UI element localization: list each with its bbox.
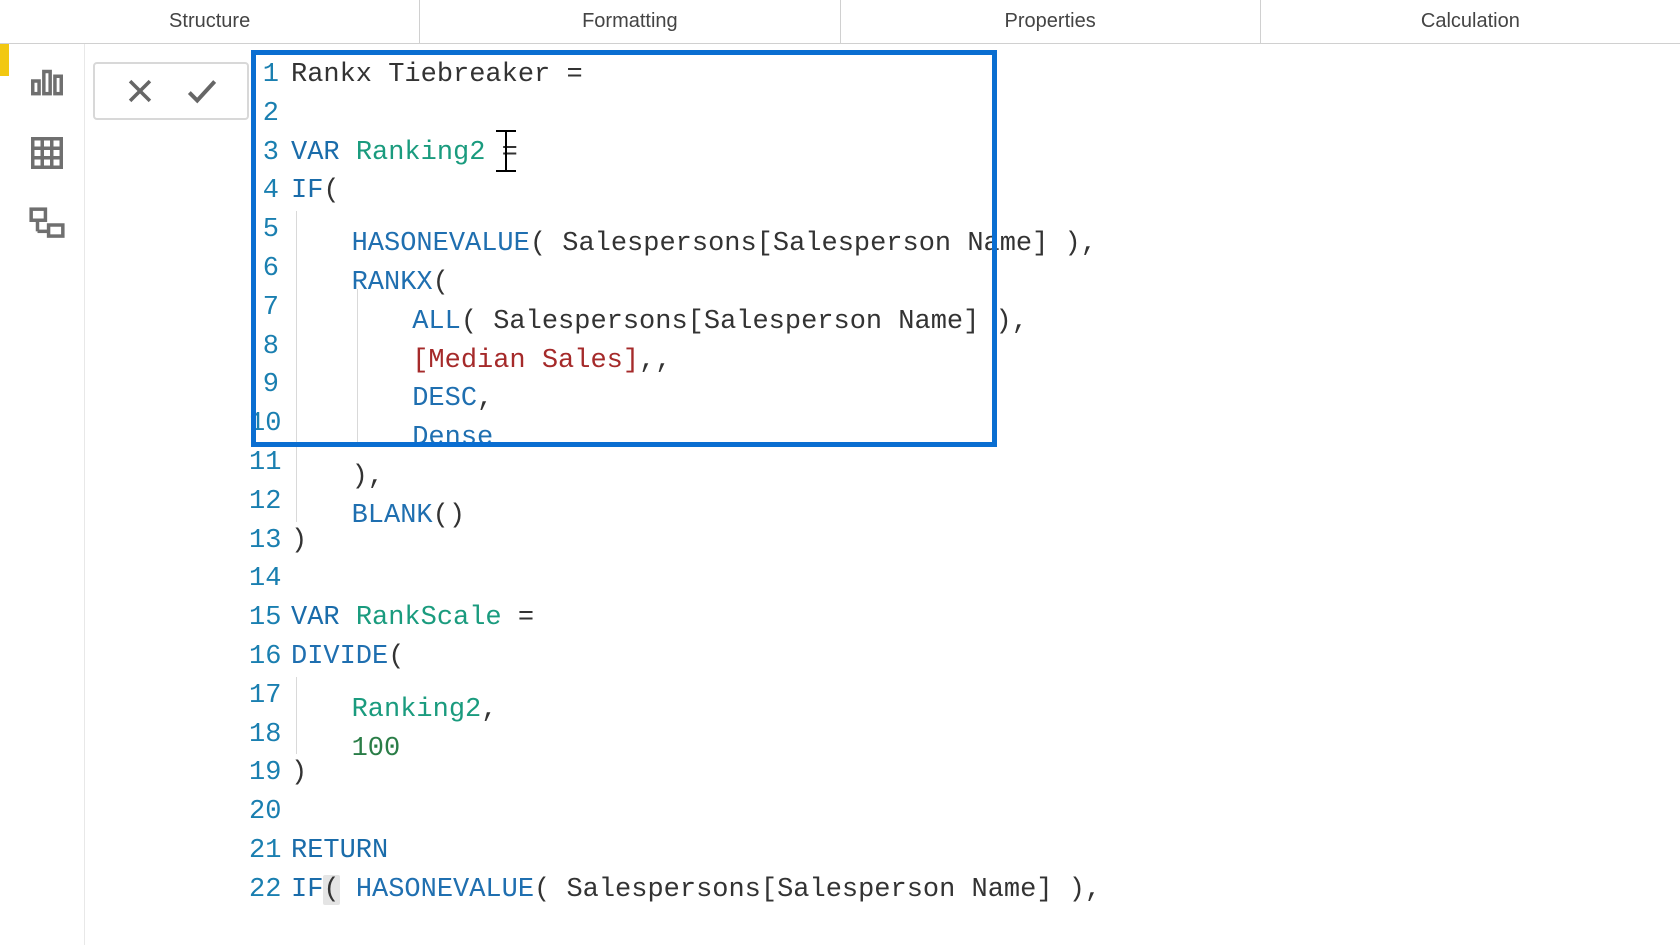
tab-calculation[interactable]: Calculation — [1261, 0, 1680, 43]
line-content: IF( HASONEVALUE( Salespersons[Salesperso… — [291, 871, 1101, 910]
line-number: 20 — [249, 793, 291, 832]
line-content: RANKX( — [291, 250, 449, 289]
line-content: Dense — [291, 405, 493, 444]
tab-properties[interactable]: Properties — [841, 0, 1261, 43]
line-number: 18 — [249, 716, 291, 755]
line-content: ) — [291, 754, 307, 793]
line-content: ) — [291, 522, 307, 561]
code-line[interactable]: 1Rankx Tiebreaker = — [249, 56, 1680, 95]
accent-bar — [0, 44, 9, 76]
line-number: 22 — [249, 871, 291, 910]
formula-bar: 1Rankx Tiebreaker = 23VAR Ranking2 = 4IF… — [85, 50, 1680, 910]
code-line[interactable]: 15VAR RankScale = — [249, 599, 1680, 638]
report-view-icon[interactable] — [28, 62, 66, 96]
line-number: 7 — [249, 289, 291, 328]
code-line[interactable]: 16DIVIDE( — [249, 638, 1680, 677]
code-line[interactable]: 17 Ranking2, — [249, 677, 1680, 716]
code-line[interactable]: 9 DESC, — [249, 366, 1680, 405]
tab-formatting[interactable]: Formatting — [420, 0, 840, 43]
formula-editor[interactable]: 1Rankx Tiebreaker = 23VAR Ranking2 = 4IF… — [249, 50, 1680, 910]
left-view-rail — [9, 44, 85, 945]
line-number: 3 — [249, 134, 291, 173]
code-line[interactable]: 10 Dense — [249, 405, 1680, 444]
line-content: BLANK() — [291, 483, 465, 522]
ribbon-tabs: Structure Formatting Properties Calculat… — [0, 0, 1680, 44]
code-line[interactable]: 20 — [249, 793, 1680, 832]
code-line[interactable]: 7 ALL( Salespersons[Salesperson Name] ), — [249, 289, 1680, 328]
line-number: 21 — [249, 832, 291, 871]
line-content: ALL( Salespersons[Salesperson Name] ), — [291, 289, 1028, 328]
confirm-button[interactable] — [183, 72, 221, 110]
line-number: 11 — [249, 444, 291, 483]
line-number: 16 — [249, 638, 291, 677]
line-content: IF( — [291, 172, 340, 211]
line-content: 100 — [291, 716, 400, 755]
line-number: 10 — [249, 405, 291, 444]
code-line[interactable]: 5 HASONEVALUE( Salespersons[Salesperson … — [249, 211, 1680, 250]
data-view-icon[interactable] — [28, 134, 66, 168]
line-content: VAR RankScale = — [291, 599, 534, 638]
model-view-icon[interactable] — [28, 206, 66, 240]
line-content: Rankx Tiebreaker = — [291, 56, 599, 95]
code-line[interactable]: 19) — [249, 754, 1680, 793]
formula-confirm-box — [93, 62, 249, 120]
code-line[interactable]: 14 — [249, 560, 1680, 599]
code-line[interactable]: 12 BLANK() — [249, 483, 1680, 522]
line-content: HASONEVALUE( Salespersons[Salesperson Na… — [291, 211, 1097, 250]
line-content: RETURN — [291, 832, 388, 871]
line-number: 8 — [249, 328, 291, 367]
line-content: VAR Ranking2 = — [291, 134, 534, 173]
line-number: 12 — [249, 483, 291, 522]
code-line[interactable]: 4IF( — [249, 172, 1680, 211]
line-number: 13 — [249, 522, 291, 561]
line-number: 6 — [249, 250, 291, 289]
line-number: 1 — [249, 56, 291, 95]
line-content: [Median Sales],, — [291, 328, 671, 367]
line-content: DIVIDE( — [291, 638, 404, 677]
line-number: 9 — [249, 366, 291, 405]
code-line[interactable]: 3VAR Ranking2 = — [249, 134, 1680, 173]
line-content: DESC, — [291, 366, 493, 405]
code-line[interactable]: 2 — [249, 95, 1680, 134]
line-number: 2 — [249, 95, 291, 134]
line-content: Ranking2, — [291, 677, 497, 716]
text-caret-icon — [505, 130, 507, 172]
line-number: 5 — [249, 211, 291, 250]
code-line[interactable]: 22IF( HASONEVALUE( Salespersons[Salesper… — [249, 871, 1680, 910]
line-number: 17 — [249, 677, 291, 716]
tab-structure[interactable]: Structure — [0, 0, 420, 43]
line-number: 4 — [249, 172, 291, 211]
line-number: 15 — [249, 599, 291, 638]
cancel-button[interactable] — [121, 72, 159, 110]
line-content: ), — [291, 444, 384, 483]
line-number: 19 — [249, 754, 291, 793]
code-line[interactable]: 21RETURN — [249, 832, 1680, 871]
line-number: 14 — [249, 560, 291, 599]
